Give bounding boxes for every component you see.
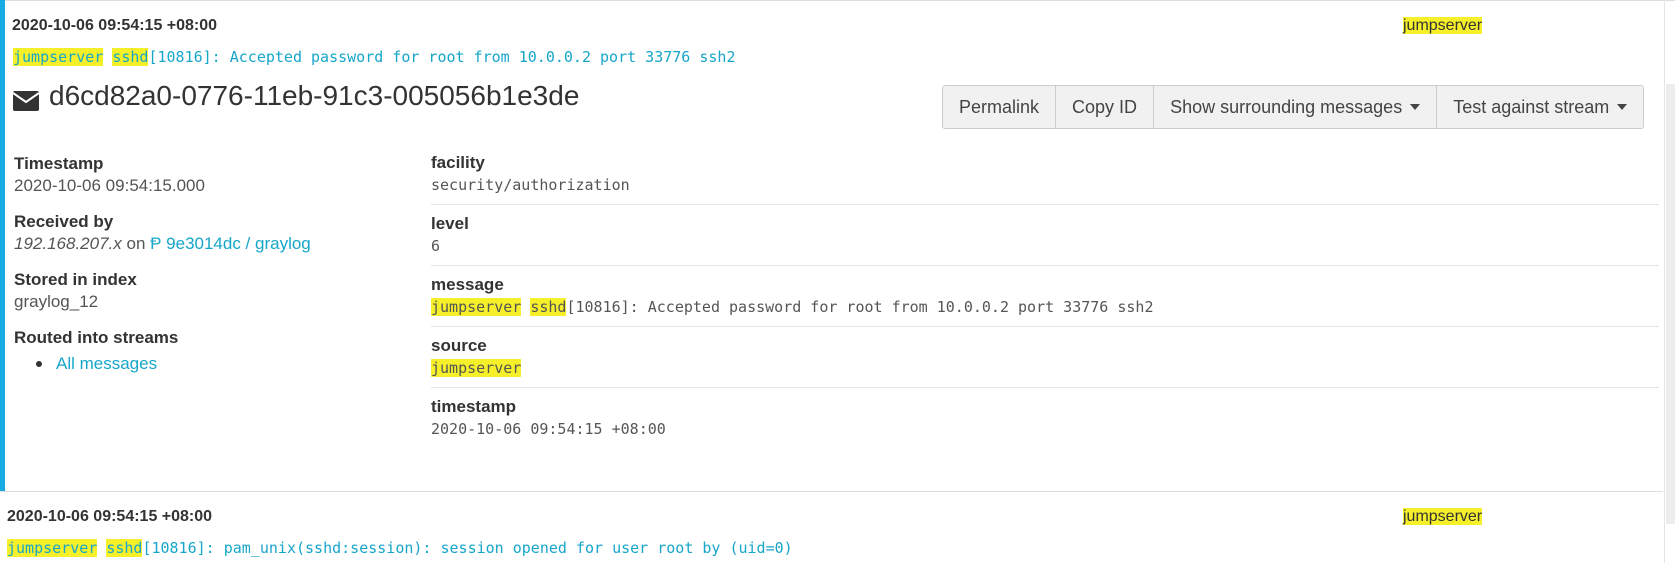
- summary-text: [10816]: pam_unix(sshd:session): session…: [142, 539, 793, 557]
- field-name[interactable]: timestamp: [431, 396, 1659, 418]
- field-value: 2020-10-06 09:54:15 +08:00: [431, 420, 666, 438]
- stored-in-index-label: Stored in index: [14, 270, 137, 289]
- message-source-cell: jumpserver: [1403, 17, 1483, 35]
- received-on-text: on: [126, 234, 146, 253]
- field-level: level 6: [431, 213, 1659, 266]
- show-surrounding-label: Show surrounding messages: [1170, 96, 1403, 117]
- message-timestamp: 2020-10-06 09:54:15 +08:00: [12, 17, 218, 34]
- message-source-cell: jumpserver: [1403, 508, 1483, 526]
- node-link[interactable]: Ᵽ 9e3014dc / graylog: [150, 234, 311, 253]
- received-by-value: 192.168.207.x on Ᵽ 9e3014dc / graylog: [14, 233, 394, 255]
- summary-highlight-process: sshd: [106, 539, 143, 557]
- message-metadata: Timestamp 2020-10-06 09:54:15.000 Receiv…: [14, 153, 394, 389]
- source-highlight: jumpserver: [1403, 508, 1483, 525]
- field-value: 6: [431, 237, 441, 255]
- copy-id-button[interactable]: Copy ID: [1056, 86, 1155, 128]
- test-against-stream-label: Test against stream: [1453, 96, 1610, 117]
- node-icon: Ᵽ: [150, 234, 162, 253]
- summary-highlight-process: sshd: [112, 48, 149, 66]
- permalink-button[interactable]: Permalink: [943, 86, 1057, 128]
- envelope-icon: [12, 86, 40, 111]
- message-highlight-host: jumpserver: [431, 298, 522, 316]
- scrollbar-track[interactable]: [1664, 0, 1665, 563]
- scrollbar-thumb[interactable]: [1666, 84, 1675, 524]
- message-rest: [10816]: Accepted password for root from…: [566, 298, 1154, 316]
- field-message: message jumpserver sshd[10816]: Accepted…: [431, 274, 1659, 327]
- source-value-highlight: jumpserver: [431, 359, 522, 377]
- message-summary: jumpserver sshd[10816]: Accepted passwor…: [13, 48, 735, 66]
- field-name[interactable]: message: [431, 274, 1659, 296]
- message-id: d6cd82a0-0776-11eb-91c3-005056b1e3de: [49, 80, 580, 111]
- message-actions: Permalink Copy ID Show surrounding messa…: [942, 85, 1645, 129]
- stream-item: All messages: [36, 353, 394, 375]
- field-source: source jumpserver: [431, 335, 1659, 388]
- field-value: jumpserver: [431, 357, 1659, 379]
- summary-highlight-host: jumpserver: [7, 539, 98, 557]
- caret-down-icon: [1410, 104, 1421, 110]
- message-id-heading: d6cd82a0-0776-11eb-91c3-005056b1e3de: [12, 80, 580, 112]
- field-name[interactable]: level: [431, 213, 1659, 235]
- field-facility: facility security/authorization: [431, 152, 1659, 205]
- stored-in-index-value: graylog_12: [14, 292, 99, 311]
- message-timestamp: 2020-10-06 09:54:15 +08:00: [7, 508, 213, 525]
- field-value: security/authorization: [431, 176, 630, 194]
- message-summary: jumpserver sshd[10816]: pam_unix(sshd:se…: [7, 539, 793, 557]
- field-name[interactable]: facility: [431, 152, 1659, 174]
- timestamp-value: 2020-10-06 09:54:15.000: [14, 176, 205, 195]
- field-timestamp: timestamp 2020-10-06 09:54:15 +08:00: [431, 396, 1659, 448]
- caret-down-icon: [1617, 104, 1628, 110]
- streams-list: All messages: [36, 353, 394, 375]
- field-value: jumpserver sshd[10816]: Accepted passwor…: [431, 296, 1659, 318]
- show-surrounding-dropdown[interactable]: Show surrounding messages: [1154, 86, 1438, 128]
- message-expanded[interactable]: 2020-10-06 09:54:15 +08:00 jumpserver ju…: [0, 0, 1663, 491]
- received-ip: 192.168.207.x: [14, 234, 122, 253]
- timestamp-label: Timestamp: [14, 154, 104, 173]
- received-by-label: Received by: [14, 212, 114, 231]
- field-name[interactable]: source: [431, 335, 1659, 357]
- streams-list-container: All messages: [14, 353, 394, 375]
- bullet-icon: [36, 361, 42, 367]
- source-highlight: jumpserver: [1403, 17, 1483, 34]
- summary-highlight-host: jumpserver: [13, 48, 104, 66]
- summary-text: [10816]: Accepted password for root from…: [148, 48, 736, 66]
- test-against-stream-dropdown[interactable]: Test against stream: [1437, 86, 1644, 128]
- stream-link[interactable]: All messages: [56, 353, 157, 375]
- message-fields: facility security/authorization level 6 …: [431, 152, 1659, 456]
- message-divider: [0, 491, 1663, 492]
- routed-into-streams-label: Routed into streams: [14, 328, 179, 347]
- selected-indicator: [0, 0, 5, 491]
- node-link-label: 9e3014dc / graylog: [166, 234, 311, 253]
- message-highlight-process: sshd: [530, 298, 567, 316]
